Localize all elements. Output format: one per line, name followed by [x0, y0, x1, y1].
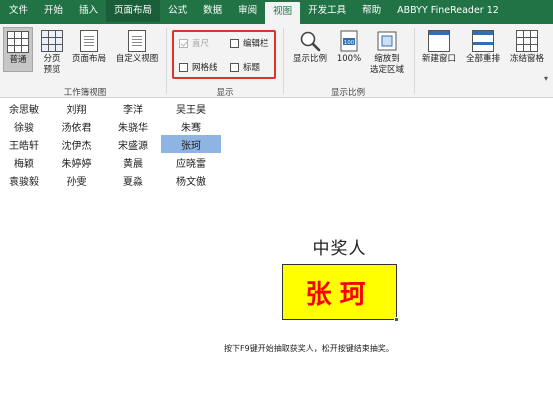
winner-name: 张珂 [305, 279, 374, 310]
zoom-100-label: 100% [336, 54, 362, 64]
ruler-label: 直尺 [192, 39, 210, 49]
page-break-preview-label-2: 预览 [43, 65, 61, 75]
name-cell[interactable]: 夏淼 [105, 171, 161, 189]
arrange-all-icon [472, 30, 494, 52]
arrange-all-label: 全部重排 [465, 54, 500, 64]
ribbon: 普通 分页 预览 页面布局 自定义视图 工作簿视图 直尺 编辑栏 网格线 标题 … [0, 24, 553, 98]
name-cell[interactable]: 朱骞 [161, 117, 221, 135]
custom-views-button[interactable]: 自定义视图 [112, 30, 162, 65]
name-cell[interactable]: 梅颖 [0, 153, 48, 171]
new-window-label: 新建窗口 [421, 54, 456, 64]
instruction-text: 按下F9键开始抽取获奖人，松开按键结束抽奖。 [224, 344, 394, 353]
page-break-preview-button[interactable]: 分页 预览 [37, 30, 67, 76]
page-break-preview-icon [41, 30, 63, 52]
magnifier-icon [299, 30, 321, 52]
name-cell[interactable]: 刘翔 [48, 99, 105, 117]
zoom-to-selection-button[interactable]: 缩放到 选定区域 [364, 30, 410, 76]
name-cell[interactable]: 汤依君 [48, 117, 105, 135]
winner-cell[interactable]: 张珂 [282, 264, 397, 320]
new-window-icon [428, 30, 450, 52]
name-cell[interactable]: 朱婷婷 [48, 153, 105, 171]
worksheet[interactable]: 余思敏 刘翔 李洋 吴王昊 徐骏 汤依君 朱骁华 朱骞 王皓轩 沈伊杰 宋盛源 … [0, 99, 553, 395]
tab-view[interactable]: 视图 [265, 2, 301, 24]
selected-name-cell[interactable]: 张珂 [161, 135, 221, 153]
fill-handle[interactable] [394, 317, 399, 322]
page-layout-view-button[interactable]: 页面布局 [67, 30, 111, 65]
headings-check-box [230, 62, 239, 72]
name-cell[interactable]: 沈伊杰 [48, 135, 105, 153]
normal-view-label: 普通 [9, 55, 27, 65]
name-cell[interactable]: 袁骏毅 [0, 171, 48, 189]
new-window-button[interactable]: 新建窗口 [418, 30, 460, 65]
gridlines-check-box [179, 62, 188, 72]
zoom-button[interactable]: 显示比例 [288, 30, 332, 65]
ruler-checkbox[interactable]: 直尺 [179, 37, 209, 49]
tab-formulas[interactable]: 公式 [160, 0, 195, 22]
page-layout-icon [80, 30, 98, 52]
freeze-panes-button[interactable]: 冻结窗格 [505, 30, 549, 65]
tab-page-layout[interactable]: 页面布局 [106, 0, 161, 22]
name-cell[interactable]: 余思敏 [0, 99, 48, 117]
name-cell[interactable]: 黄晨 [105, 153, 161, 171]
name-list: 余思敏 刘翔 李洋 吴王昊 徐骏 汤依君 朱骁华 朱骞 王皓轩 沈伊杰 宋盛源 … [0, 99, 221, 189]
show-group-label: 显示 [216, 88, 234, 98]
formula-bar-label: 编辑栏 [243, 39, 269, 49]
freeze-panes-dropdown-icon[interactable]: ▾ [544, 74, 548, 83]
name-cell[interactable]: 王皓轩 [0, 135, 48, 153]
custom-views-icon [128, 30, 146, 52]
tab-data[interactable]: 数据 [195, 0, 230, 22]
name-cell[interactable]: 孙雯 [48, 171, 105, 189]
normal-view-icon [7, 31, 29, 53]
tab-file[interactable]: 文件 [0, 0, 36, 22]
page-layout-view-label: 页面布局 [71, 54, 106, 64]
formula-bar-checkbox[interactable]: 编辑栏 [230, 37, 269, 49]
name-cell[interactable]: 杨文傲 [161, 171, 221, 189]
group-divider [283, 28, 284, 94]
formula-bar-check-box [230, 38, 239, 48]
custom-views-label: 自定义视图 [115, 54, 159, 64]
gridlines-checkbox[interactable]: 网格线 [179, 61, 218, 73]
prize-title: 中奖人 [312, 239, 367, 259]
workbook-views-group-label: 工作簿视图 [63, 88, 107, 98]
group-divider [414, 28, 415, 94]
name-cell[interactable]: 朱骁华 [105, 117, 161, 135]
freeze-panes-label: 冻结窗格 [509, 54, 544, 64]
headings-label: 标题 [243, 63, 261, 73]
ruler-check-box [179, 38, 188, 48]
tab-home[interactable]: 开始 [36, 0, 71, 22]
arrange-all-button[interactable]: 全部重排 [461, 30, 505, 65]
zoom-100-icon: 100 [338, 30, 360, 52]
tab-insert[interactable]: 插入 [71, 0, 106, 22]
name-cell[interactable]: 李洋 [105, 99, 161, 117]
page-break-preview-label-1: 分页 [43, 54, 61, 64]
svg-text:100: 100 [344, 40, 355, 46]
zoom-to-selection-label-2: 选定区域 [369, 65, 404, 75]
tab-help[interactable]: 帮助 [354, 0, 389, 22]
headings-checkbox[interactable]: 标题 [230, 61, 260, 73]
tab-review[interactable]: 审阅 [230, 0, 265, 22]
zoom-to-selection-label-1: 缩放到 [374, 54, 400, 64]
name-cell[interactable]: 应晓雷 [161, 153, 221, 171]
normal-view-button[interactable]: 普通 [3, 27, 33, 72]
menu-bar: 文件 开始 插入 页面布局 公式 数据 审阅 视图 开发工具 帮助 ABBYY … [0, 0, 553, 24]
name-cell[interactable]: 吴王昊 [161, 99, 221, 117]
zoom-label: 显示比例 [292, 54, 327, 64]
name-cell[interactable]: 宋盛源 [105, 135, 161, 153]
name-cell[interactable]: 徐骏 [0, 117, 48, 135]
tab-developer[interactable]: 开发工具 [300, 0, 354, 22]
zoom-100-button[interactable]: 100 100% [334, 30, 364, 65]
gridlines-label: 网格线 [192, 63, 218, 73]
tab-abbyy-finereader[interactable]: ABBYY FineReader 12 [389, 0, 507, 22]
zoom-group-label: 显示比例 [330, 88, 365, 98]
group-divider [166, 28, 167, 94]
zoom-to-selection-icon [376, 30, 398, 52]
freeze-panes-icon [516, 30, 538, 52]
